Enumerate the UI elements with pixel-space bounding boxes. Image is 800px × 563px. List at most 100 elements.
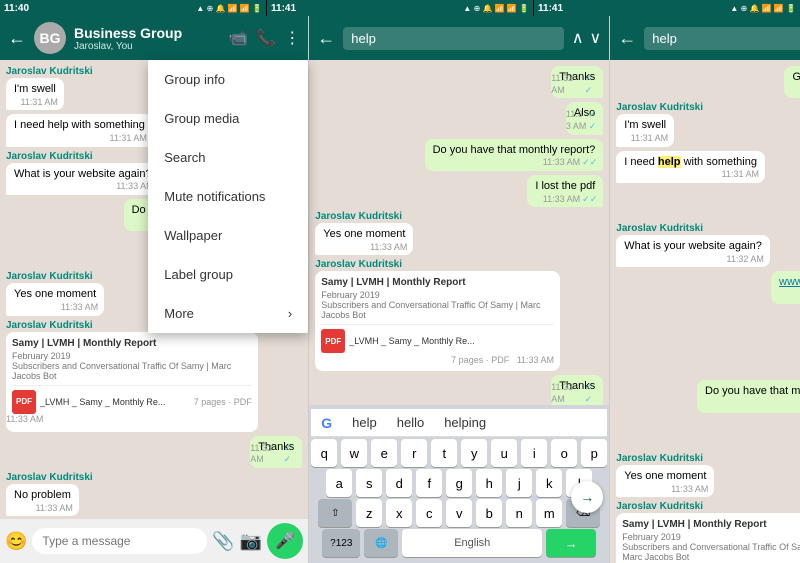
kb-icon: G bbox=[321, 415, 332, 431]
key-y[interactable]: y bbox=[461, 439, 487, 467]
video-call-icon[interactable]: 📹 bbox=[228, 28, 248, 48]
call-icon[interactable]: 📞 bbox=[256, 28, 276, 48]
shift-key[interactable]: ⇧ bbox=[318, 499, 352, 527]
search-highlight: help bbox=[658, 156, 681, 168]
list-item: Jaroslav Kudritski No problem 11:33 AM bbox=[6, 472, 302, 516]
msg-bubble: What is your website again? 11:32 AM bbox=[616, 235, 770, 267]
key-d[interactable]: d bbox=[386, 469, 412, 497]
key-u[interactable]: u bbox=[491, 439, 517, 467]
msg-text: I'm swell bbox=[14, 83, 56, 95]
msg-bubble: I lost the pdf 11:33 AM ✓✓ bbox=[527, 175, 603, 207]
status-bar-1: 11:40 ▲ ⊕ 🔔 📶 📶 🔋 bbox=[0, 0, 267, 16]
file-bubble[interactable]: Samy | LVMH | Monthly Report February 20… bbox=[6, 332, 258, 432]
menu-group-media[interactable]: Group media bbox=[148, 99, 308, 138]
msg-sender: Jaroslav Kudritski bbox=[6, 66, 93, 77]
message-input[interactable] bbox=[32, 528, 207, 554]
panel3-chat: Good and you? 11:31 AM ✓✓ Jaroslav Kudri… bbox=[610, 60, 800, 563]
msg-bubble: Also 11:33 AM ✓✓ bbox=[566, 102, 603, 134]
back-button-3[interactable]: ← bbox=[618, 28, 636, 49]
key-n[interactable]: n bbox=[506, 499, 532, 527]
key-k[interactable]: k bbox=[536, 469, 562, 497]
suggestion-1[interactable]: help bbox=[352, 415, 377, 430]
emoji-icon[interactable]: 😊 bbox=[5, 531, 27, 552]
key-i[interactable]: i bbox=[521, 439, 547, 467]
msg-text: I need help with something bbox=[624, 156, 757, 168]
file-footer: PDF _LVMH _ Samy _ Monthly Re... bbox=[321, 324, 554, 353]
key-e[interactable]: e bbox=[371, 439, 397, 467]
key-h[interactable]: h bbox=[476, 469, 502, 497]
key-m[interactable]: m bbox=[536, 499, 562, 527]
key-o[interactable]: o bbox=[551, 439, 577, 467]
panel-3: ← ∧ ∨ Good and you? 11:31 AM ✓✓ Jaroslav… bbox=[610, 16, 800, 563]
key-x[interactable]: x bbox=[386, 499, 412, 527]
search-down-icon[interactable]: ∨ bbox=[590, 28, 602, 48]
suggestion-3[interactable]: helping bbox=[444, 415, 486, 430]
menu-group-info[interactable]: Group info bbox=[148, 60, 308, 99]
menu-label[interactable]: Label group bbox=[148, 255, 308, 294]
key-v[interactable]: v bbox=[446, 499, 472, 527]
search-input-3[interactable] bbox=[644, 27, 800, 50]
msg-time: 11:33 AM ✓✓ bbox=[543, 194, 597, 206]
msg-time: 11:33 AM ✓✓ bbox=[543, 157, 597, 169]
msg-bubble: I need help with something 11:31 AM bbox=[616, 151, 765, 183]
status-icons-3: ▲ ⊕ 🔔 📶 📶 🔋 bbox=[730, 4, 796, 13]
key-s[interactable]: s bbox=[356, 469, 382, 497]
key-f[interactable]: f bbox=[416, 469, 442, 497]
mic-button[interactable]: 🎤 bbox=[267, 523, 303, 559]
key-c[interactable]: c bbox=[416, 499, 442, 527]
msg-sender: Jaroslav Kudritski bbox=[616, 223, 703, 234]
msg-text: Yes one moment bbox=[14, 288, 96, 300]
camera-icon[interactable]: 📷 bbox=[240, 531, 262, 552]
file-title: Samy | LVMH | Monthly Report bbox=[321, 277, 554, 288]
msg-text: Do you have that monthly report? bbox=[705, 385, 800, 397]
key-z[interactable]: z bbox=[356, 499, 382, 527]
back-button-2[interactable]: ← bbox=[317, 28, 335, 49]
list-item: Good and you? 11:31 AM ✓✓ bbox=[616, 66, 800, 98]
menu-wallpaper[interactable]: Wallpaper bbox=[148, 216, 308, 255]
key-p[interactable]: p bbox=[581, 439, 607, 467]
send-key[interactable]: → bbox=[546, 529, 596, 557]
search-up-icon[interactable]: ∧ bbox=[572, 28, 584, 48]
msg-text: What is your website again? bbox=[14, 168, 152, 180]
panel2-chat: Thanks 11:32 AM ✓✓ Also 11:33 AM ✓✓ Do y… bbox=[309, 60, 609, 405]
msg-sender: Jaroslav Kudritski bbox=[6, 320, 93, 331]
attach-icon[interactable]: 📎 bbox=[212, 531, 234, 552]
time-3: 11:41 bbox=[538, 3, 563, 14]
pdf-icon: PDF bbox=[12, 390, 36, 414]
key-a[interactable]: a bbox=[326, 469, 352, 497]
back-button[interactable]: ← bbox=[8, 28, 26, 49]
list-item: Thanks 11:33 AM ✓✓ bbox=[315, 375, 603, 405]
num-key[interactable]: ?123 bbox=[322, 529, 360, 557]
msg-sender: Jaroslav Kudritski bbox=[616, 453, 703, 464]
list-item: www.rocketbots.io 11:32 AM ✓✓ bbox=[616, 271, 800, 303]
msg-time: 11:33 AM bbox=[36, 503, 73, 515]
globe-key[interactable]: 🌐 bbox=[364, 529, 398, 557]
space-key[interactable]: English bbox=[402, 529, 542, 557]
key-q[interactable]: q bbox=[311, 439, 337, 467]
header-info[interactable]: Business Group Jaroslav, You bbox=[74, 25, 220, 52]
file-bubble[interactable]: Samy | LVMH | Monthly Report February 20… bbox=[616, 513, 800, 563]
key-w[interactable]: w bbox=[341, 439, 367, 467]
msg-time: 11:32 AM bbox=[726, 254, 763, 266]
more-icon[interactable]: ⋮ bbox=[284, 28, 300, 48]
menu-mute[interactable]: Mute notifications bbox=[148, 177, 308, 216]
keyboard-row-4: ?123 🌐 English → bbox=[311, 529, 607, 557]
msg-sender: Jaroslav Kudritski bbox=[6, 472, 93, 483]
list-item: Jaroslav Kudritski What is your website … bbox=[616, 223, 800, 267]
key-r[interactable]: r bbox=[401, 439, 427, 467]
msg-time: 11:33 AM ✓✓ bbox=[551, 382, 597, 405]
file-footer: PDF _LVMH _ Samy _ Monthly Re... 7 pages… bbox=[12, 385, 252, 414]
suggestion-2[interactable]: hello bbox=[397, 415, 424, 430]
menu-search[interactable]: Search bbox=[148, 138, 308, 177]
file-bubble[interactable]: Samy | LVMH | Monthly Report February 20… bbox=[315, 271, 560, 371]
time-1: 11:40 bbox=[4, 3, 29, 14]
menu-more[interactable]: More › bbox=[148, 294, 308, 333]
msg-time: 11:33 AM bbox=[61, 302, 98, 314]
keyboard-row-2: a s d f g h j k l bbox=[311, 469, 607, 497]
search-input[interactable] bbox=[343, 27, 564, 50]
key-j[interactable]: j bbox=[506, 469, 532, 497]
key-b[interactable]: b bbox=[476, 499, 502, 527]
msg-time: 11:32 AM ✓✓ bbox=[551, 73, 597, 96]
key-g[interactable]: g bbox=[446, 469, 472, 497]
key-t[interactable]: t bbox=[431, 439, 457, 467]
